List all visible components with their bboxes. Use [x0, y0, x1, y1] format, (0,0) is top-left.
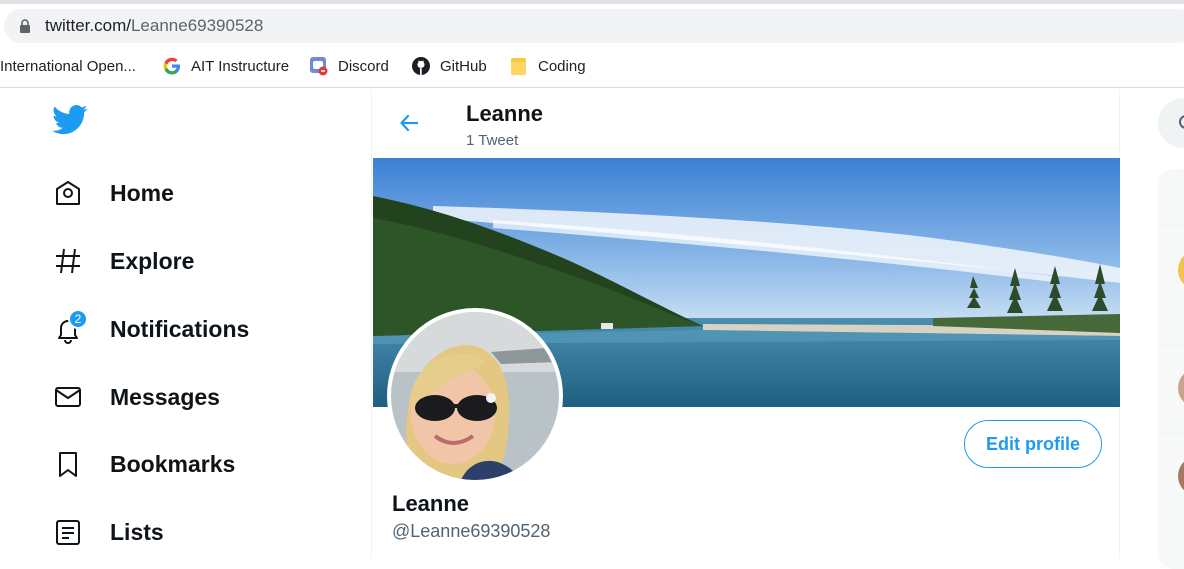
bookmark-discord[interactable]: Discord: [309, 48, 389, 84]
hashtag-icon: [52, 245, 84, 277]
profile-column: Leanne 1 Tweet Edit profile Leanne @Lean…: [371, 89, 1120, 558]
twitter-bird-icon[interactable]: [52, 104, 88, 136]
search-icon: [1179, 115, 1184, 129]
avatar: [1178, 250, 1184, 290]
browser-address-bar: twitter.com/Leanne69390528: [0, 0, 1184, 48]
bookmark-label: GitHub: [440, 57, 487, 75]
list-icon: [52, 516, 84, 548]
bookmark-github[interactable]: GitHub: [411, 48, 487, 84]
edit-profile-button[interactable]: Edit profile: [964, 420, 1102, 468]
folder-icon: [509, 56, 529, 76]
profile-header: Leanne 1 Tweet: [372, 89, 1121, 157]
search-input[interactable]: [1158, 98, 1184, 148]
header-name: Leanne: [466, 101, 544, 126]
bookmark-international-open[interactable]: International Open...: [0, 48, 136, 84]
bookmark-label: AIT Instructure: [191, 57, 290, 75]
avatar: [1178, 368, 1184, 408]
sidebar-nav: Home Explore 2 Notifications Messages Bo…: [0, 89, 371, 558]
bookmark-label: Coding: [538, 57, 586, 75]
nav-label: Bookmarks: [110, 450, 236, 477]
nav-label: Lists: [110, 518, 164, 545]
home-icon: [52, 177, 84, 209]
list-item[interactable]: [1158, 345, 1184, 433]
tweet-count: 1 Tweet: [466, 132, 519, 149]
google-icon: [162, 56, 182, 76]
nav-lists[interactable]: Lists: [52, 512, 164, 552]
url-host: twitter.com/: [45, 16, 131, 35]
url-path: Leanne69390528: [130, 16, 264, 35]
nav-label: Home: [110, 179, 174, 206]
nav-home[interactable]: Home: [52, 173, 174, 213]
back-arrow-icon[interactable]: [398, 111, 422, 135]
github-icon: [411, 56, 431, 76]
right-sidebar: [1121, 89, 1184, 569]
nav-label: Messages: [110, 383, 220, 410]
url-text[interactable]: twitter.com/Leanne69390528: [45, 16, 263, 36]
bookmark-coding[interactable]: Coding: [509, 48, 586, 84]
nav-label: Notifications: [110, 315, 250, 342]
nav-notifications[interactable]: 2 Notifications: [52, 309, 249, 349]
profile-handle: @Leanne69390528: [392, 521, 551, 541]
nav-label: Explore: [110, 247, 195, 274]
bookmark-label: International Open...: [0, 57, 136, 75]
list-item[interactable]: [1158, 433, 1184, 521]
suggestions-panel: [1158, 169, 1184, 569]
list-item[interactable]: [1158, 225, 1184, 345]
bookmark-icon: [52, 448, 84, 480]
bell-icon: 2: [52, 309, 88, 345]
nav-explore[interactable]: Explore: [52, 241, 194, 281]
profile-avatar[interactable]: [387, 308, 563, 484]
avatar: [1178, 456, 1184, 496]
bookmark-ait-instructure[interactable]: AIT Instructure: [162, 48, 289, 84]
bookmarks-bar: International Open... AIT Instructure Di…: [0, 48, 1184, 88]
bookmark-label: Discord: [338, 57, 389, 75]
lock-icon[interactable]: [19, 19, 31, 33]
nav-bookmarks[interactable]: Bookmarks: [52, 444, 235, 484]
envelope-icon: [52, 381, 84, 413]
nav-messages[interactable]: Messages: [52, 377, 220, 417]
discord-icon: [309, 56, 329, 76]
profile-name: Leanne: [392, 491, 470, 516]
notification-badge: 2: [68, 309, 88, 329]
